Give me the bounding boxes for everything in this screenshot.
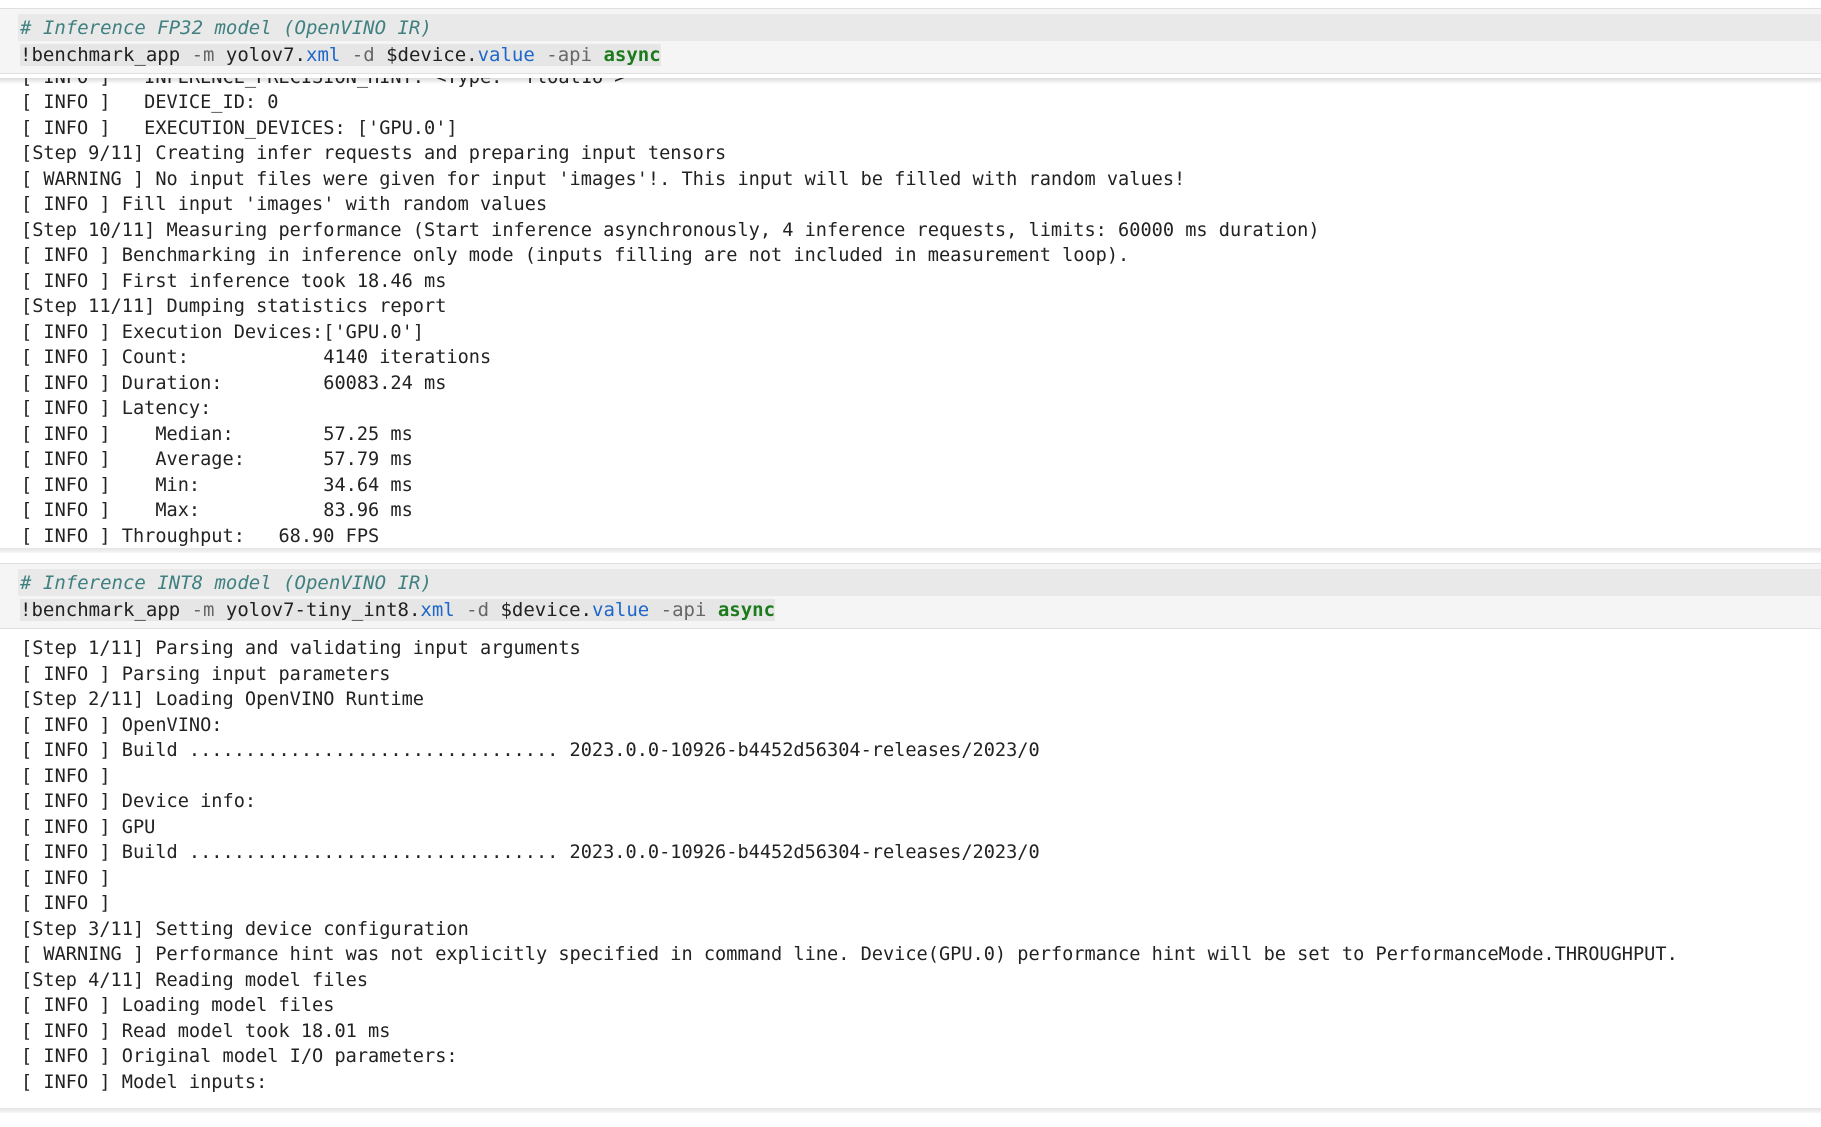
output-line: [Step 2/11] Loading OpenVINO Runtime	[21, 689, 424, 710]
cell-output-fp32[interactable]: [ INFO ] INFERENCE_PRECISION_HINT: <Type…	[0, 78, 1821, 547]
output-line: [ INFO ] Device info:	[21, 791, 257, 812]
code-command-fp32: !benchmark_app -m yolov7.xml -d $device.…	[20, 44, 661, 66]
output-line: [ INFO ] Count: 4140 iterations	[21, 347, 492, 368]
notebook-cell-fp32[interactable]: # Inference FP32 model (OpenVINO IR) !be…	[0, 0, 1821, 553]
output-line: [ INFO ] GPU	[21, 816, 156, 838]
output-line: [Step 3/11] Setting device configuration	[21, 918, 469, 940]
output-line: [ INFO ] EXECUTION_DEVICES: ['GPU.0']	[21, 118, 458, 139]
code-comment-fp32: # Inference FP32 model (OpenVINO IR)	[20, 17, 432, 39]
output-line: [ INFO ] Loading model files	[21, 995, 335, 1016]
code-comment-int8: # Inference INT8 model (OpenVINO IR)	[20, 572, 432, 594]
notebook-cell-int8[interactable]: # Inference INT8 model (OpenVINO IR) !be…	[0, 563, 1821, 1127]
output-line: [Step 1/11] Parsing and validating input…	[21, 638, 581, 659]
output-line: [Step 4/11] Reading model files	[21, 969, 369, 991]
output-line: [ WARNING ] Performance hint was not exp…	[21, 944, 1678, 965]
output-line: [ INFO ] Benchmarking in inference only …	[21, 245, 1130, 266]
output-line: [ INFO ] Build .........................…	[21, 740, 1040, 761]
output-line: [ INFO ] INFERENCE_PRECISION_HINT: <Type…	[21, 78, 626, 91]
output-line: [Step 11/11] Dumping statistics report	[21, 296, 447, 317]
output-line: [ INFO ] Original model I/O parameters:	[21, 1046, 458, 1067]
output-line: [ INFO ] Execution Devices:['GPU.0']	[21, 322, 424, 343]
cell-divider	[0, 548, 1821, 553]
output-line: [ INFO ]	[21, 765, 111, 787]
output-line: [ INFO ] Average: 57.79 ms	[21, 449, 413, 470]
output-line: [Step 9/11] Creating infer requests and …	[21, 143, 727, 164]
output-line: [ INFO ] Parsing input parameters	[21, 663, 391, 685]
output-line: [ WARNING ] No input files were given fo…	[21, 169, 1186, 190]
output-line: [ INFO ] Model inputs:	[21, 1071, 268, 1093]
output-line: [ INFO ] OpenVINO:	[21, 714, 223, 736]
output-line: [ INFO ] Duration: 60083.24 ms	[21, 373, 447, 394]
output-line: [ INFO ] Min: 34.64 ms	[21, 475, 413, 496]
output-line: [Step 10/11] Measuring performance (Star…	[21, 220, 1320, 241]
output-line: [ INFO ] First inference took 18.46 ms	[21, 271, 447, 292]
output-line: [ INFO ] Fill input 'images' with random…	[21, 194, 548, 215]
output-line: [ INFO ] Median: 57.25 ms	[21, 424, 413, 445]
output-line: [ INFO ] Max: 83.96 ms	[21, 500, 413, 521]
output-line: [ INFO ] Build .........................…	[21, 842, 1040, 863]
cell-divider	[0, 1108, 1821, 1113]
code-input-int8[interactable]: # Inference INT8 model (OpenVINO IR) !be…	[0, 563, 1821, 629]
output-line: [ INFO ] Latency:	[21, 398, 212, 419]
code-command-int8: !benchmark_app -m yolov7-tiny_int8.xml -…	[20, 599, 776, 621]
cell-output-int8[interactable]: [Step 1/11] Parsing and validating input…	[0, 636, 1821, 1108]
output-line: [ INFO ]	[21, 867, 111, 889]
output-line: [ INFO ] DEVICE_ID: 0	[21, 92, 279, 113]
output-line: [ INFO ] Throughput: 68.90 FPS	[21, 526, 380, 547]
code-input-fp32[interactable]: # Inference FP32 model (OpenVINO IR) !be…	[0, 8, 1821, 74]
output-line: [ INFO ] Read model took 18.01 ms	[21, 1020, 391, 1042]
output-line: [ INFO ]	[21, 893, 111, 914]
